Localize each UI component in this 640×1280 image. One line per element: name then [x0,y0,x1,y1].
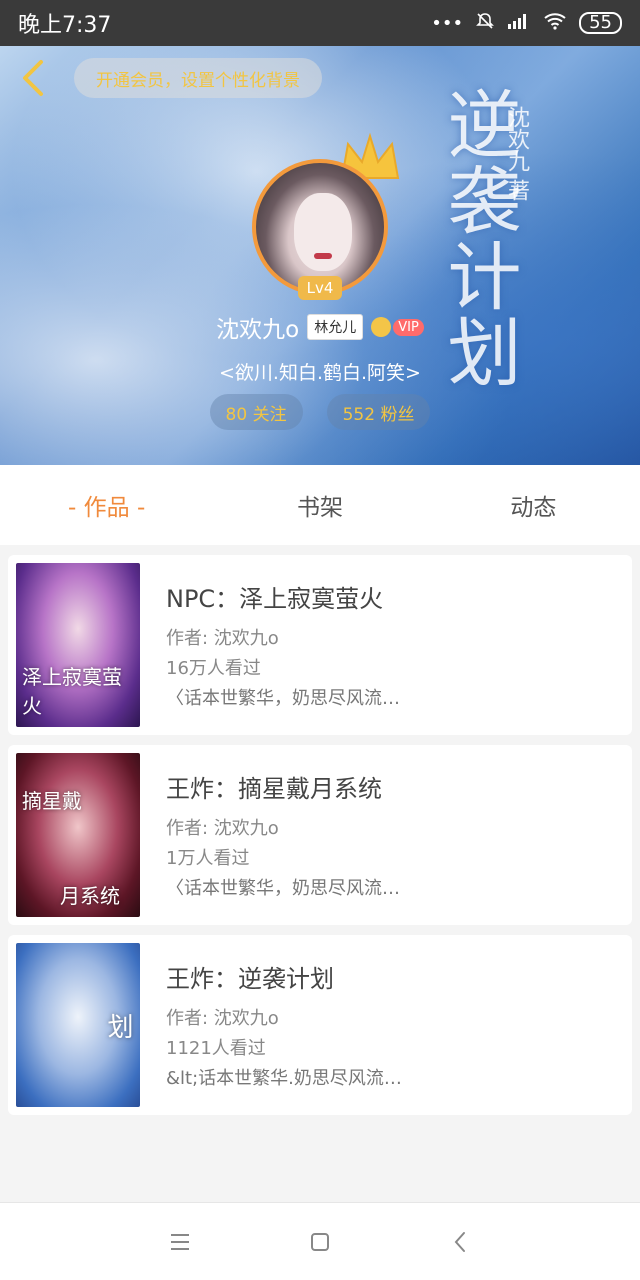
cover-text: 泽上寂寞萤火 [22,665,122,718]
book-info: 王炸：逆袭计划 作者: 沈欢九o 1121人看过 &lt;话本世繁华.奶思尽风流… [166,959,616,1094]
tab-bookshelf[interactable]: 书架 [213,488,426,522]
book-title: NPC：泽上寂寞萤火 [166,585,384,613]
level-badge: Lv4 [298,276,342,300]
status-bar: 晚上7:37 ••• 55 [0,0,640,46]
book-title: 王炸：逆袭计划 [166,965,334,993]
signal-icon [507,12,531,35]
book-cover: 泽上寂寞萤火 [16,563,140,727]
book-desc: &lt;话本世繁华.奶思尽风流&… [166,1068,406,1089]
avatar-face [294,193,352,271]
book-list: 泽上寂寞萤火 NPC：泽上寂寞萤火 作者: 沈欢九o 16万人看过 〈话本世繁华… [0,545,640,1115]
list-item[interactable]: 泽上寂寞萤火 NPC：泽上寂寞萤火 作者: 沈欢九o 16万人看过 〈话本世繁华… [8,555,632,735]
following-button[interactable]: 80 关注 [209,394,303,430]
book-info: NPC：泽上寂寞萤火 作者: 沈欢九o 16万人看过 〈话本世繁华，奶思尽风流… [166,579,616,714]
back-chevron-icon [454,1231,465,1252]
tab-works[interactable]: - 作品 - [0,488,213,522]
vip-badge[interactable]: VIP [371,317,424,337]
book-desc: 〈话本世繁华，奶思尽风流… [166,878,400,899]
vip-crown-icon [371,317,392,337]
avatar-lips [314,253,332,259]
list-item[interactable]: 逆袭计划 王炸：逆袭计划 作者: 沈欢九o 1121人看过 &lt;话本世繁华.… [8,935,632,1115]
home-button[interactable] [305,1227,335,1257]
wifi-icon [543,12,567,35]
menu-button[interactable] [165,1227,195,1257]
book-author: 作者: 沈欢九o [166,628,279,649]
book-title: 王炸：摘星戴月系统 [166,775,382,803]
square-icon [311,1232,329,1251]
book-info: 王炸：摘星戴月系统 作者: 沈欢九o 1万人看过 〈话本世繁华，奶思尽风流… [166,769,616,904]
book-cover: 逆袭计划 [16,943,140,1107]
system-back-button[interactable] [445,1227,475,1257]
stats-row: 80 关注 552 粉丝 [0,394,640,430]
book-cover: 摘星戴 月系统 [16,753,140,917]
book-views: 1万人看过 [166,848,250,869]
name-row: 沈欢九o 林允儿 VIP [0,310,640,344]
more-dots-icon: ••• [431,12,464,34]
cover-text: 逆袭计划 [103,1013,133,1039]
list-item[interactable]: 摘星戴 月系统 王炸：摘星戴月系统 作者: 沈欢九o 1万人看过 〈话本世繁华，… [8,745,632,925]
user-name: 沈欢九o [216,317,300,343]
vip-promo-button[interactable]: 开通会员，设置个性化背景 [74,58,322,98]
status-icons: ••• 55 [431,11,622,36]
cover-text: 摘星戴 [22,789,82,813]
avatar[interactable] [252,159,388,295]
book-author: 作者: 沈欢九o [166,1008,279,1029]
profile-banner: 逆袭计划 沈欢九 著 开通会员，设置个性化背景 Lv4 沈欢九o 林允儿 VIP… [0,46,640,465]
back-arrow-icon [23,60,43,96]
profile-tabs: - 作品 - 书架 动态 [0,465,640,545]
cover-author-art: 沈欢九 著 [504,106,529,201]
book-views: 16万人看过 [166,658,261,679]
tab-activity[interactable]: 动态 [427,488,640,522]
menu-icon [171,1233,189,1250]
followers-button[interactable]: 552 粉丝 [326,394,431,430]
book-desc: 〈话本世繁华，奶思尽风流… [166,688,400,709]
bell-muted-icon [475,11,495,36]
book-author: 作者: 沈欢九o [166,818,279,839]
user-tag: 林允儿 [307,314,364,340]
status-time: 晚上7:37 [18,13,112,38]
battery-icon: 55 [579,12,622,34]
system-nav-bar [0,1202,640,1280]
cover-text: 月系统 [60,884,120,908]
group-line: <欲川.知白.鹤白.阿笑> [219,362,421,384]
back-button[interactable] [14,58,50,98]
book-views: 1121人看过 [166,1038,266,1059]
vip-label: VIP [393,318,424,336]
